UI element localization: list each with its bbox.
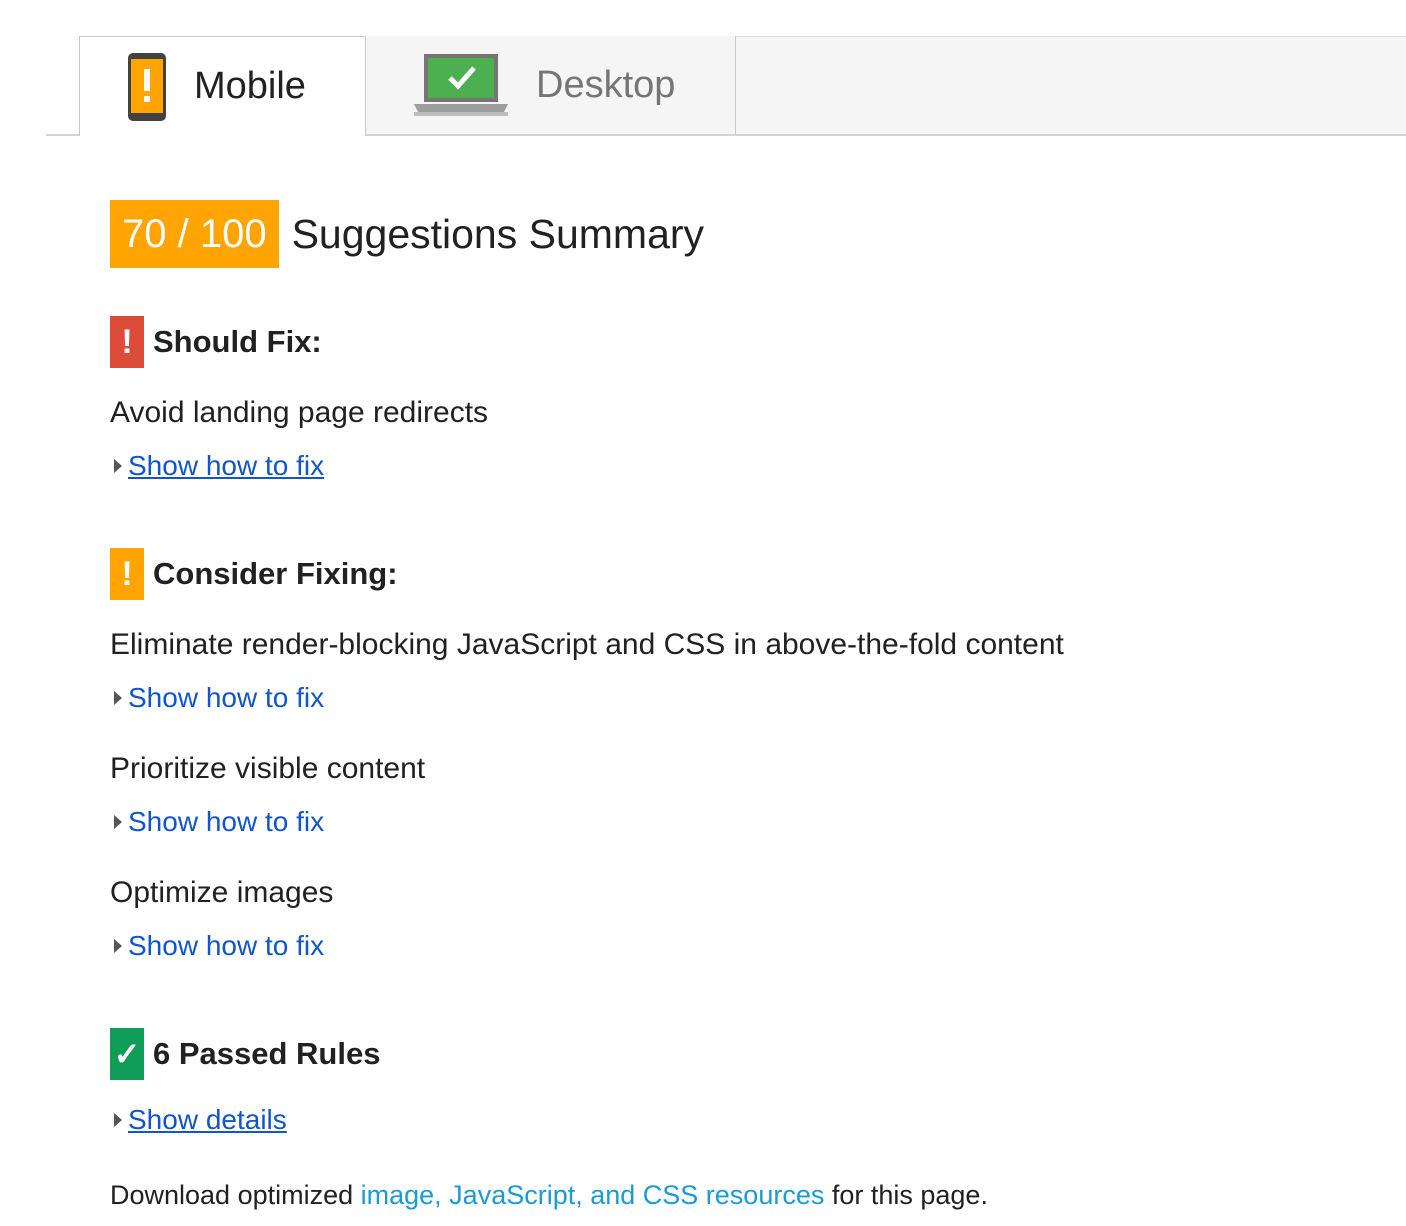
tab-desktop-label: Desktop <box>536 63 676 106</box>
exclamation-icon: ! <box>110 316 144 368</box>
show-how-to-fix-label: Show how to fix <box>128 930 325 961</box>
caret-right-icon <box>114 459 122 473</box>
show-details-link[interactable]: Show details <box>110 1104 287 1136</box>
download-resources-line: Download optimized image, JavaScript, an… <box>110 1180 988 1211</box>
consider-fixing-header: ! Consider Fixing: <box>110 548 398 600</box>
show-how-to-fix-label: Show how to fix <box>128 450 325 481</box>
rule-name: Eliminate render-blocking JavaScript and… <box>110 628 1064 661</box>
download-prefix: Download optimized <box>110 1180 361 1210</box>
rule-name: Prioritize visible content <box>110 752 426 785</box>
show-how-to-fix-link[interactable]: Show how to fix <box>110 682 324 714</box>
should-fix-title: Should Fix: <box>153 324 322 359</box>
show-how-to-fix-link[interactable]: Show how to fix <box>110 450 324 482</box>
should-fix-header: ! Should Fix: <box>110 316 322 368</box>
device-tabbar: Mobile Desktop <box>46 36 1406 136</box>
passed-rules-header: ✓ 6 Passed Rules <box>110 1028 380 1080</box>
show-how-to-fix-label: Show how to fix <box>128 682 325 713</box>
rule-name: Optimize images <box>110 876 334 909</box>
show-how-to-fix-link[interactable]: Show how to fix <box>110 930 324 962</box>
show-how-to-fix-link[interactable]: Show how to fix <box>110 806 324 838</box>
tab-mobile-label: Mobile <box>194 65 306 107</box>
caret-right-icon <box>114 691 122 705</box>
laptop-check-icon <box>414 54 508 116</box>
checkmark-icon: ✓ <box>110 1028 144 1080</box>
mobile-phone-warning-icon <box>128 52 166 121</box>
caret-right-icon <box>114 815 122 829</box>
caret-right-icon <box>114 1113 122 1127</box>
download-resources-link[interactable]: image, JavaScript, and CSS resources <box>361 1180 825 1210</box>
exclamation-icon: ! <box>110 548 144 600</box>
download-suffix: for this page. <box>824 1180 988 1210</box>
consider-fixing-title: Consider Fixing: <box>153 556 398 591</box>
score-header: 70 / 100 Suggestions Summary <box>110 200 704 268</box>
tab-desktop[interactable]: Desktop <box>366 36 736 134</box>
show-how-to-fix-label: Show how to fix <box>128 806 325 837</box>
rule-name: Avoid landing page redirects <box>110 396 489 429</box>
passed-rules-title: 6 Passed Rules <box>153 1036 381 1071</box>
page-title: Suggestions Summary <box>291 210 705 257</box>
caret-right-icon <box>114 939 122 953</box>
show-details-label: Show details <box>128 1104 287 1135</box>
score-badge: 70 / 100 <box>110 200 279 268</box>
tab-mobile[interactable]: Mobile <box>79 36 366 136</box>
